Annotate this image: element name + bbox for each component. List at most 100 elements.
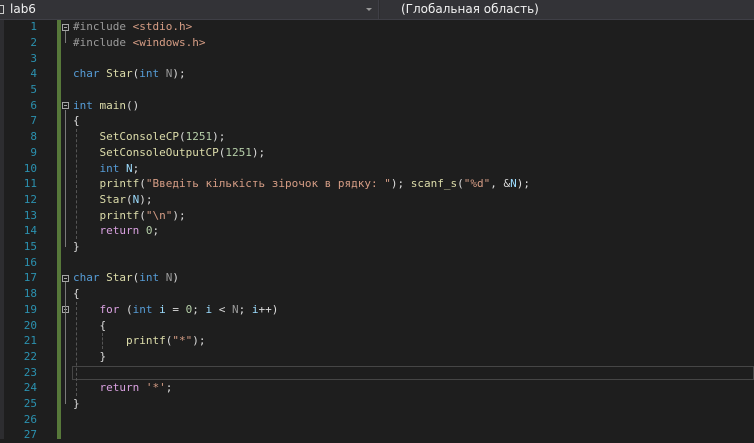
line-number: 10 xyxy=(23,161,37,175)
number-literal: 1251 xyxy=(185,130,213,144)
code-text: } xyxy=(73,397,80,410)
collapse-toggle-icon[interactable] xyxy=(62,23,69,31)
code-text: ( xyxy=(139,208,146,222)
keyword: int xyxy=(139,67,166,81)
code-text: ); xyxy=(172,67,186,81)
line-number: 17 xyxy=(23,271,37,285)
string-literal: '*' xyxy=(145,381,166,395)
function-name: printf xyxy=(125,334,166,348)
code-text: ); xyxy=(516,177,531,191)
line-number: 9 xyxy=(30,145,37,159)
line-number: 19 xyxy=(23,302,37,316)
code-text: ; xyxy=(152,224,160,238)
indent-guide xyxy=(76,129,77,239)
line-number: 26 xyxy=(23,412,37,426)
code-line[interactable]: int N; xyxy=(73,161,140,177)
line-number: 23 xyxy=(23,365,37,379)
code-line[interactable]: return '*'; xyxy=(73,380,173,396)
keyword: int xyxy=(139,271,166,285)
code-line[interactable]: #include <windows.h> xyxy=(73,35,205,51)
indent-guide xyxy=(76,301,77,396)
code-text: = xyxy=(165,302,186,316)
code-line[interactable]: SetConsoleCP(1251); xyxy=(73,129,226,145)
code-line[interactable]: { xyxy=(73,286,80,302)
file-combo-label: lab6 xyxy=(10,2,36,16)
code-line[interactable]: } xyxy=(73,239,80,255)
number-literal: 1251 xyxy=(225,145,252,159)
code-text: { xyxy=(73,114,80,128)
code-line[interactable]: char Star(int N); xyxy=(73,66,186,82)
code-text: ); xyxy=(172,208,186,222)
code-line[interactable]: { xyxy=(73,318,106,334)
parameter: N xyxy=(232,302,239,316)
code-line[interactable]: printf("\n"); xyxy=(73,208,186,224)
code-line[interactable]: #include <stdio.h> xyxy=(73,19,192,35)
code-line[interactable]: int main() xyxy=(73,98,139,114)
file-icon xyxy=(0,5,4,14)
chevron-down-icon[interactable] xyxy=(366,8,372,11)
line-number: 1 xyxy=(30,20,37,34)
line-number: 3 xyxy=(30,51,37,65)
code-text: { xyxy=(73,318,107,332)
code-line[interactable]: SetConsoleOutputCP(1251); xyxy=(73,145,266,161)
string-literal: "*" xyxy=(172,334,193,348)
line-number: 22 xyxy=(23,349,37,363)
code-text: ( xyxy=(126,192,133,206)
line-number: 11 xyxy=(23,177,37,191)
collapse-toggle-icon[interactable] xyxy=(62,102,69,110)
code-line[interactable]: for (int i = 0; i < N; i++) xyxy=(73,302,279,318)
function-name: printf xyxy=(99,208,140,222)
function-name: Star xyxy=(106,271,133,285)
code-line[interactable]: printf("Введіть кількість зірочок в рядк… xyxy=(73,176,531,192)
code-text: } xyxy=(73,240,80,253)
code-text: } xyxy=(73,349,107,363)
function-name: main xyxy=(99,98,127,112)
code-line[interactable]: printf("*"); xyxy=(73,333,206,349)
code-text: ; xyxy=(192,302,206,316)
line-number: 15 xyxy=(23,240,37,253)
code-line[interactable]: return 0; xyxy=(73,223,160,239)
line-number: 14 xyxy=(23,224,37,238)
navigation-bar: lab6 (Глобальная область) xyxy=(0,0,754,20)
variable: i xyxy=(251,302,259,316)
function-name: Star xyxy=(106,67,133,81)
collapse-toggle-icon[interactable] xyxy=(62,274,69,282)
scope-combo[interactable]: (Глобальная область) xyxy=(380,0,754,19)
line-number: 13 xyxy=(23,208,37,222)
line-number: 20 xyxy=(23,318,37,332)
line-number: 27 xyxy=(23,428,37,442)
code-editor[interactable]: 1 #include <stdio.h> 2 #include <windows.h>… xyxy=(0,19,754,441)
function-name: printf xyxy=(99,177,140,191)
current-line-highlight xyxy=(72,365,754,380)
code-line[interactable]: } xyxy=(73,396,80,412)
code-text: ; xyxy=(238,302,252,316)
preprocessor: #include xyxy=(73,35,133,49)
line-number: 2 xyxy=(30,35,37,49)
line-number: 18 xyxy=(23,287,37,301)
function-name: SetConsoleOutputCP xyxy=(99,145,219,159)
string-literal: <stdio.h> xyxy=(132,20,193,34)
code-text: ( xyxy=(139,177,146,191)
keyword: int xyxy=(99,161,126,175)
control-keyword: for xyxy=(99,302,126,316)
code-line[interactable]: Star(N); xyxy=(73,192,153,208)
code-line[interactable]: char Star(int N) xyxy=(73,270,179,286)
code-line[interactable]: } xyxy=(73,349,106,365)
code-text: ); xyxy=(192,334,206,348)
control-keyword: return xyxy=(99,224,146,238)
line-number: 5 xyxy=(30,83,37,96)
code-line[interactable]: { xyxy=(73,113,80,129)
code-text: { xyxy=(73,287,80,301)
control-keyword: return xyxy=(99,381,146,395)
function-name: Star xyxy=(99,192,127,206)
keyword: char xyxy=(73,271,107,285)
code-text: () xyxy=(126,98,140,112)
line-number: 7 xyxy=(30,114,37,128)
code-text: ++) xyxy=(258,302,279,316)
variable: N xyxy=(126,161,133,175)
line-number: 8 xyxy=(30,130,37,144)
code-text: , & xyxy=(490,177,511,191)
file-combo[interactable]: lab6 xyxy=(0,0,379,19)
line-number: 25 xyxy=(23,397,37,410)
keyword: int xyxy=(132,302,160,316)
